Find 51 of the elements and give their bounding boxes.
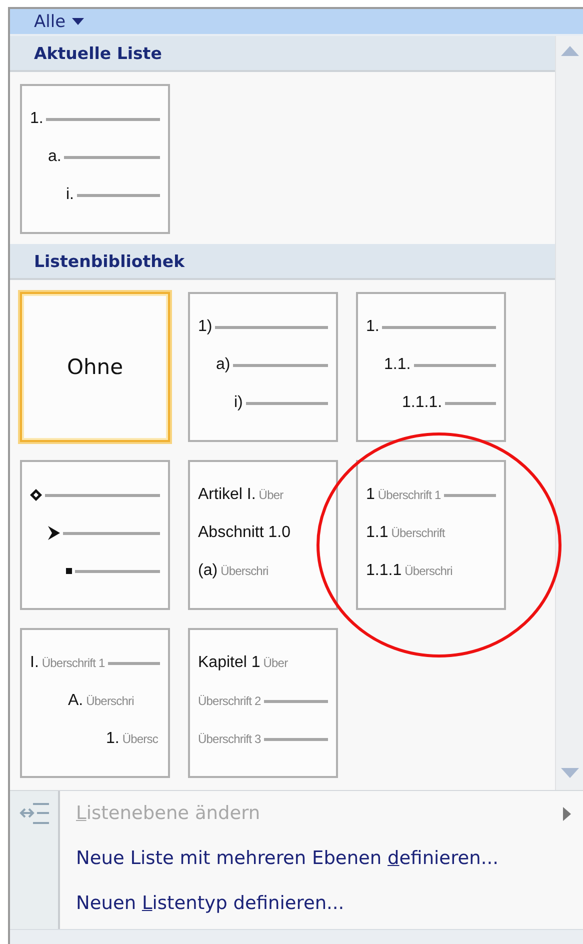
list-number: Artikel I. <box>198 486 256 504</box>
list-number: a. <box>48 148 62 166</box>
menu-item[interactable]: Neue Liste mit mehreren Ebenen definieren... <box>76 848 499 869</box>
list-number: 1 <box>366 486 375 504</box>
list-number: (a) <box>198 562 218 580</box>
list-number: Abschnitt 1.0 <box>198 524 290 542</box>
list-style-tile[interactable]: Kapitel 1 Über Überschrift 2 Überschrift 3 <box>188 628 338 778</box>
section-header: Aktuelle Liste <box>10 36 555 72</box>
list-number: I. <box>30 654 39 672</box>
list-number: 1. <box>30 110 44 128</box>
scroll-up-icon[interactable] <box>560 46 578 56</box>
list-number: i. <box>66 186 74 204</box>
heading-text: Überschrift 2 <box>198 694 261 708</box>
list-style-tile[interactable] <box>20 460 170 610</box>
list-number: 1. <box>106 730 120 748</box>
list-style-tile[interactable]: Ohne <box>20 292 170 442</box>
indent-arrows-icon <box>19 802 49 826</box>
heading-text: Überschrift <box>391 526 445 540</box>
section-header: Listenbibliothek <box>10 244 555 280</box>
list-style-tile[interactable]: Artikel I. Über Abschnitt 1.0 (a) Überschri <box>188 460 338 610</box>
heading-text: Überschri <box>86 694 134 708</box>
list-number: 1.1. <box>384 356 411 374</box>
menu-item[interactable]: Neuen Listentyp definieren... <box>76 893 344 914</box>
list-number: 1.1 <box>366 524 388 542</box>
list-number: A. <box>68 692 84 710</box>
heading-text: Über <box>263 656 288 670</box>
square-bullet-icon <box>66 568 72 574</box>
diamond-bullet-icon <box>30 489 42 501</box>
list-number: Kapitel 1 <box>198 654 260 672</box>
list-style-tile[interactable]: 1. 1.1. 1.1.1. <box>356 292 506 442</box>
list-number: i) <box>234 394 243 412</box>
heading-text: Überschrift 1 <box>378 488 441 502</box>
list-style-tile[interactable]: 1 Überschrift 1 1.1 Überschrift 1.1.1 Überschri <box>356 460 506 610</box>
filter-dropdown[interactable]: Alle <box>34 12 84 32</box>
heading-text: Über <box>258 488 284 502</box>
heading-text: Übersc <box>122 732 158 746</box>
scroll-down-icon[interactable] <box>560 768 578 778</box>
heading-text: Überschrift 3 <box>198 732 261 746</box>
list-style-tile[interactable]: 1. a. i. <box>20 84 170 234</box>
list-number: 1. <box>366 318 380 336</box>
list-number: a) <box>216 356 230 374</box>
list-style-tile[interactable]: 1) a) i) <box>188 292 338 442</box>
list-number: 1) <box>198 318 212 336</box>
heading-text: Überschrift 1 <box>42 656 105 670</box>
heading-text: Überschri <box>404 564 452 578</box>
list-style-tile[interactable]: I. Überschrift 1 A. Überschri 1. Übersc <box>20 628 170 778</box>
arrowhead-bullet-icon <box>48 526 60 540</box>
dropdown-caret-icon <box>72 18 84 25</box>
list-number: 1.1.1. <box>402 394 442 412</box>
heading-text: Überschri <box>220 564 268 578</box>
list-number: 1.1.1 <box>366 562 402 580</box>
